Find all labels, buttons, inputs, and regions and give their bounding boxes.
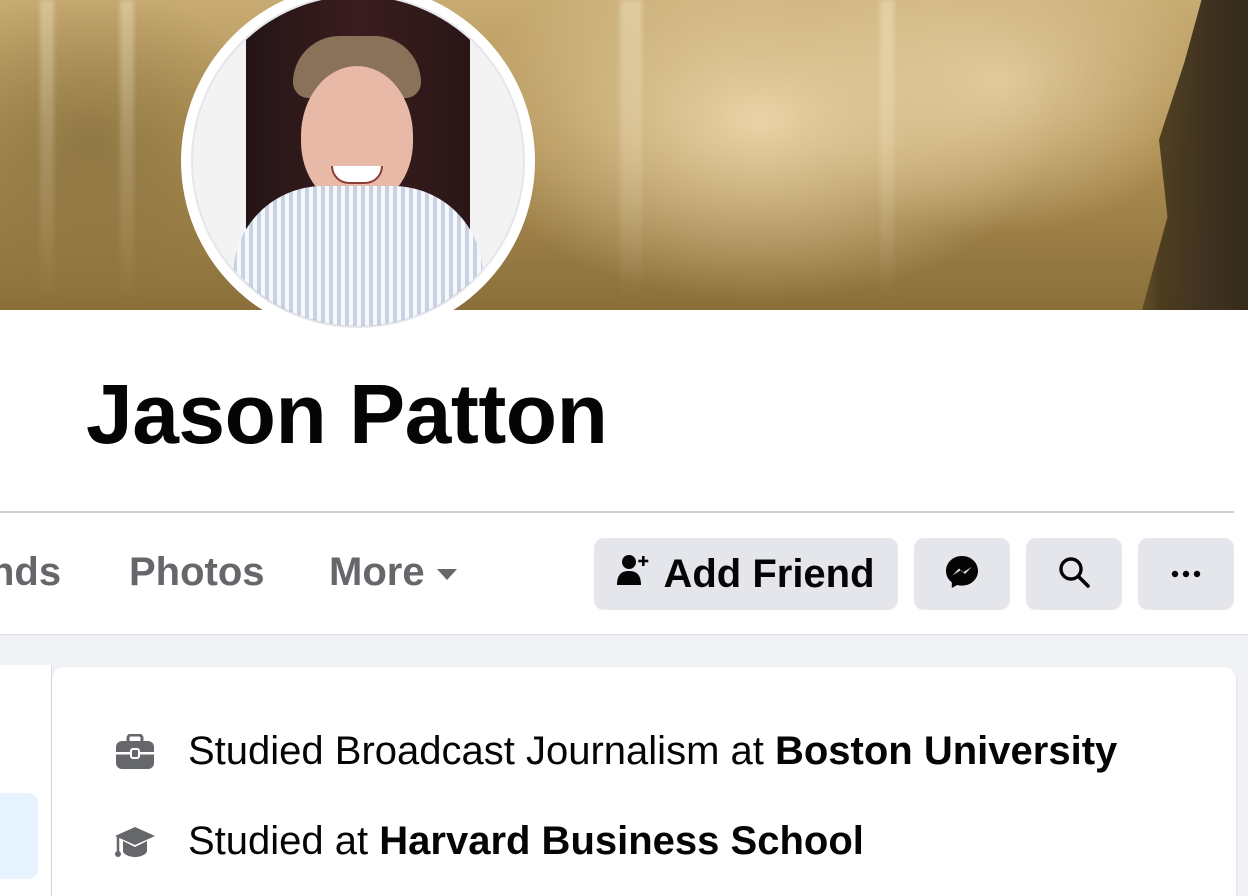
intro-work-prefix: Studied Broadcast Journalism at (188, 729, 775, 773)
intro-education-prefix: Studied at (188, 819, 380, 863)
intro-work-text: Studied Broadcast Journalism at Boston U… (188, 729, 1117, 774)
intro-education-text: Studied at Harvard Business School (188, 819, 864, 864)
briefcase-icon (114, 731, 156, 773)
profile-name: Jason Patton (86, 367, 608, 461)
left-nav-selected[interactable] (0, 793, 38, 879)
tab-friends[interactable]: nds (0, 550, 65, 595)
cover-detail (120, 0, 134, 310)
cover-cliff (1142, 0, 1248, 310)
message-button[interactable] (914, 538, 1010, 610)
more-options-button[interactable] (1138, 538, 1234, 610)
messenger-icon (944, 554, 980, 595)
intro-item-education: Studied at Harvard Business School (114, 819, 864, 864)
cover-detail (880, 0, 894, 310)
profile-page: Jason Patton nds Photos More Add Friend (0, 0, 1248, 896)
add-friend-label: Add Friend (663, 551, 875, 596)
add-friend-icon (617, 552, 649, 597)
tab-photos[interactable]: Photos (129, 550, 265, 595)
intro-work-place-link[interactable]: Boston University (775, 729, 1117, 773)
graduation-cap-icon (114, 821, 156, 863)
profile-avatar[interactable] (191, 0, 525, 328)
avatar-detail (301, 66, 413, 206)
tab-more[interactable]: More (329, 550, 457, 595)
caret-down-icon (436, 569, 457, 580)
cover-detail (620, 0, 642, 310)
header-divider (0, 511, 1234, 513)
profile-body: Studied Broadcast Journalism at Boston U… (0, 634, 1248, 896)
intro-education-place-link[interactable]: Harvard Business School (379, 819, 864, 863)
intro-item-work: Studied Broadcast Journalism at Boston U… (114, 729, 1117, 774)
intro-card: Studied Broadcast Journalism at Boston U… (52, 667, 1236, 896)
search-profile-button[interactable] (1026, 538, 1122, 610)
add-friend-button[interactable]: Add Friend (594, 538, 898, 610)
cover-detail (40, 0, 54, 310)
tab-more-label: More (329, 550, 425, 594)
avatar-detail (233, 186, 483, 326)
search-icon (1057, 555, 1091, 594)
ellipsis-icon (1171, 565, 1201, 583)
